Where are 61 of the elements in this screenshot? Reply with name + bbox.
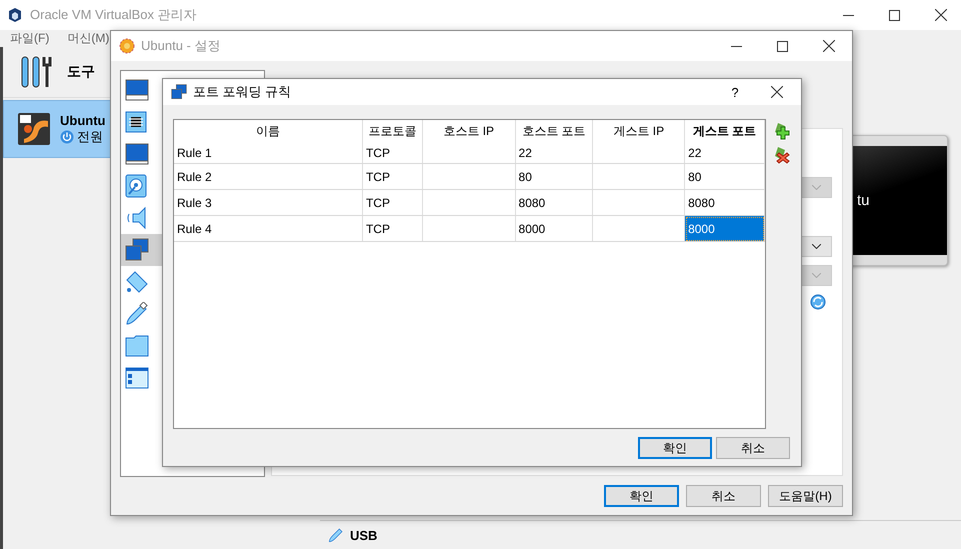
table-cell[interactable]: 22 xyxy=(684,142,764,164)
close-icon[interactable] xyxy=(935,9,947,21)
maximize-icon[interactable] xyxy=(889,10,900,20)
dialog-button[interactable]: 취소 xyxy=(686,485,761,507)
section-title: USB xyxy=(350,528,378,542)
preview-screen: tu xyxy=(851,146,947,255)
menu-item[interactable]: 머신(M) xyxy=(67,30,110,47)
column-header[interactable]: 게스트 포트 xyxy=(684,120,764,142)
dialog-button[interactable]: 확인 xyxy=(638,437,712,459)
cube-icon xyxy=(8,7,22,23)
column-header[interactable]: 이름 xyxy=(174,120,362,142)
column-header[interactable]: 호스트 IP xyxy=(422,120,516,142)
chevron-icon xyxy=(812,273,820,278)
table-cell[interactable]: Rule 3 xyxy=(174,190,362,216)
tools-icon xyxy=(19,55,53,89)
table-cell[interactable]: TCP xyxy=(362,164,422,190)
window-title: Ubuntu - 설정 xyxy=(141,37,222,55)
table-cell[interactable]: 22 xyxy=(515,142,593,164)
machine-name: Ubuntu xyxy=(60,112,106,128)
close-icon[interactable] xyxy=(771,86,783,98)
close-icon[interactable] xyxy=(823,40,835,52)
column-header[interactable]: 프로토콜 xyxy=(362,120,422,142)
add-rule-icon[interactable] xyxy=(772,122,790,140)
chevron-icon xyxy=(812,244,820,249)
table-cell[interactable]: 8000 xyxy=(684,216,764,242)
table-cell[interactable]: Rule 4 xyxy=(174,216,362,242)
monitor-icon xyxy=(125,79,149,101)
tools-label[interactable]: 도구 xyxy=(67,63,95,81)
table-cell[interactable]: 80 xyxy=(684,164,764,190)
chevron-icon xyxy=(812,185,820,190)
table-cell[interactable]: Rule 2 xyxy=(174,164,362,190)
dialog-button[interactable]: 도움말(H) xyxy=(768,485,843,507)
monitor-icon xyxy=(125,143,149,165)
dialog-button[interactable]: 확인 xyxy=(604,485,679,507)
machine-state: 전원 xyxy=(77,128,103,146)
menu-item[interactable]: 파일(F) xyxy=(10,30,50,47)
refresh-icon[interactable] xyxy=(810,294,826,310)
table-cell[interactable]: 8000 xyxy=(515,216,593,242)
network-icon xyxy=(125,238,149,262)
column-header[interactable]: 게스트 IP xyxy=(592,120,685,142)
network-icon xyxy=(171,84,187,100)
folder-icon xyxy=(125,335,149,357)
remove-rule-icon[interactable] xyxy=(772,146,790,164)
help-button[interactable]: ? xyxy=(715,84,755,100)
window-title: Oracle VM VirtualBox 관리자 xyxy=(30,6,198,24)
dropdown[interactable] xyxy=(800,236,832,257)
table-cell[interactable]: Rule 1 xyxy=(174,142,362,164)
dialog-button[interactable]: 취소 xyxy=(716,437,790,459)
table-cell[interactable]: 8080 xyxy=(515,190,593,216)
window-icon xyxy=(125,367,149,389)
dialog-title: 포트 포워딩 규칙 xyxy=(193,83,292,101)
chip-icon xyxy=(125,111,147,133)
power-icon xyxy=(60,130,74,144)
table-cell[interactable]: TCP xyxy=(362,190,422,216)
table-cell[interactable]: 80 xyxy=(515,164,593,190)
table-cell[interactable]: TCP xyxy=(362,216,422,242)
maximize-icon[interactable] xyxy=(777,40,788,52)
gear-icon xyxy=(119,38,135,54)
column-header[interactable]: 호스트 포트 xyxy=(515,120,593,142)
machine-logo-icon xyxy=(18,113,50,145)
table-cell[interactable]: TCP xyxy=(362,142,422,164)
